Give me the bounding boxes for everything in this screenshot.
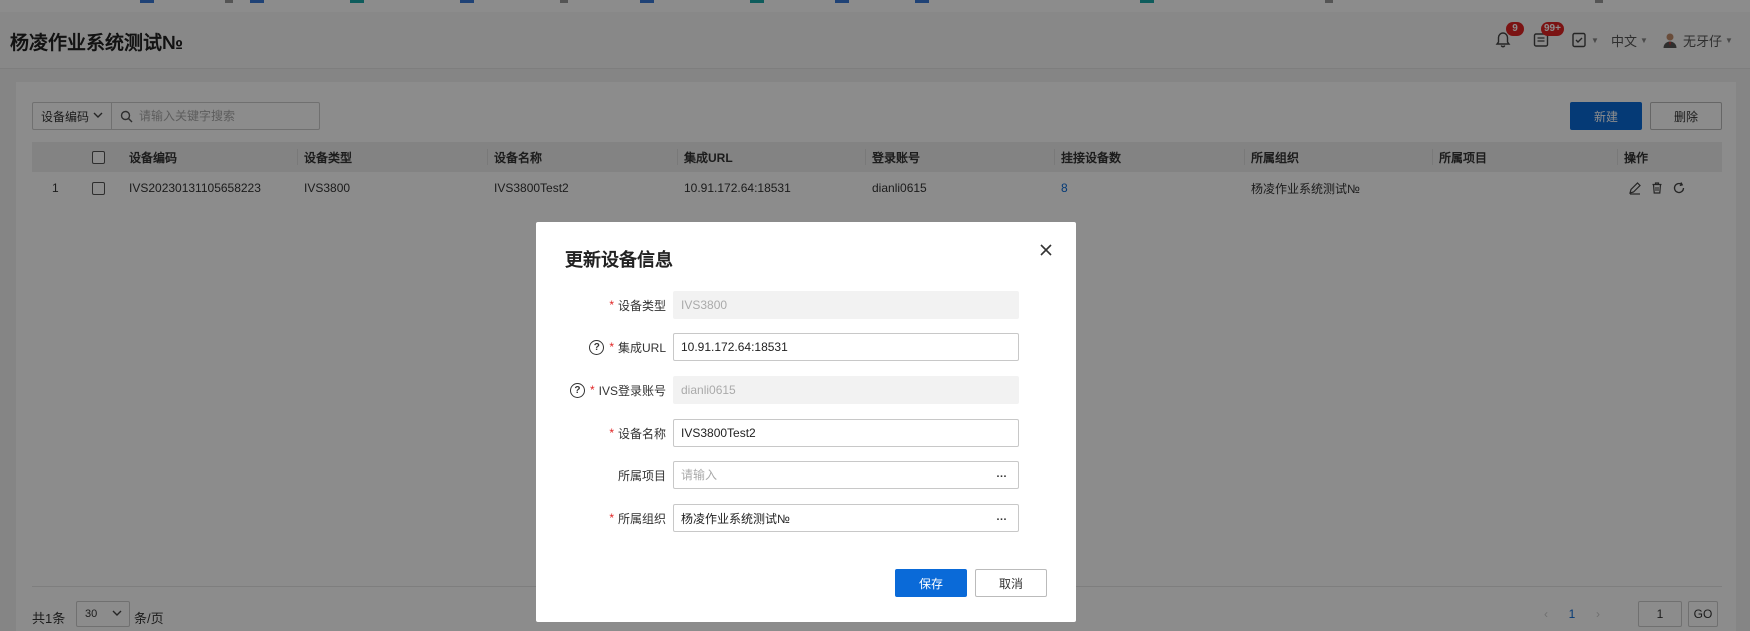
required-mark: * [609,511,614,525]
device-name-input[interactable] [681,426,981,440]
account-field: dianli0615 [673,376,1019,404]
organization-field[interactable]: 杨凌作业系统测试№ … [673,504,1019,532]
url-field[interactable] [673,333,1019,361]
form-row-organization: * 所属组织 杨凌作业系统测试№ … [536,504,1076,532]
device-type-field: IVS3800 [673,291,1019,319]
organization-value: 杨凌作业系统测试№ [681,511,790,526]
form-label: ? * IVS登录账号 [569,376,666,404]
more-icon[interactable]: … [996,468,1008,480]
cancel-button[interactable]: 取消 [975,569,1047,597]
form-label: * 设备类型 [609,291,666,319]
help-icon[interactable]: ? [569,382,585,398]
dialog-title: 更新设备信息 [565,250,673,270]
form-row-url: ? * 集成URL [536,333,1076,361]
device-name-label: 设备名称 [617,426,666,441]
form-label: * 设备名称 [609,419,666,447]
required-mark: * [609,426,614,440]
update-device-dialog: 更新设备信息 *设备类型 IVS3800 ?*集成URL ?*IVS登录账号 d… [536,222,1076,622]
form-row-project: 所属项目 … [536,461,1076,489]
help-icon[interactable]: ? [589,339,605,355]
device-type-label: 设备类型 [617,298,666,313]
close-icon[interactable] [1036,240,1056,260]
save-button[interactable]: 保存 [895,569,967,597]
url-label: 集成URL [617,340,666,355]
url-input[interactable] [681,340,981,354]
form-row-device-name: * 设备名称 [536,419,1076,447]
required-mark: * [589,383,595,397]
account-label: IVS登录账号 [598,383,666,398]
project-field[interactable]: … [673,461,1019,489]
device-name-field[interactable] [673,419,1019,447]
form-label: ? * 集成URL [589,333,666,361]
form-label: 所属项目 [618,461,666,489]
form-row-device-type: * 设备类型 IVS3800 [536,291,1076,319]
required-mark: * [609,298,614,312]
form-row-account: ? * IVS登录账号 dianli0615 [536,376,1076,404]
project-input[interactable] [681,468,981,482]
form-label: * 所属组织 [609,504,666,532]
project-label: 所属项目 [617,468,666,483]
required-mark: * [609,340,614,354]
more-icon[interactable]: … [996,511,1008,523]
organization-label: 所属组织 [617,511,666,526]
